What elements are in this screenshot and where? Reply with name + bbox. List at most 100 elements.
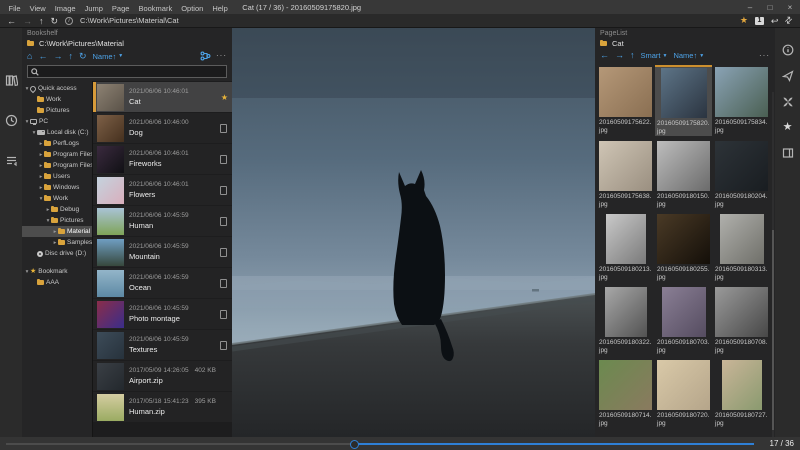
page-item-20160509180313-jpg[interactable]: 20160509180313.jpg	[713, 212, 770, 282]
page-item-20160509180213-jpg[interactable]: 20160509180213.jpg	[597, 212, 654, 282]
search-input[interactable]	[42, 68, 223, 75]
page-item-20160509175638-jpg[interactable]: 20160509175638.jpg	[597, 139, 654, 209]
folder-tree-toggle-icon[interactable]	[200, 51, 211, 61]
book-item-photo-montage[interactable]: 2021/06/06 10:45:59Photo montage	[93, 299, 232, 329]
menu-jump[interactable]: Jump	[80, 4, 107, 13]
tree-item-windows[interactable]: ▸Windows	[22, 182, 92, 193]
maximize-button[interactable]: □	[760, 0, 780, 14]
pin-icon	[29, 84, 37, 92]
menu-bookmark[interactable]: Bookmark	[134, 4, 177, 13]
back-icon[interactable]: ←	[7, 16, 16, 26]
refresh-icon[interactable]: ↻	[51, 16, 59, 26]
tree-item-aaa[interactable]: AAA	[22, 277, 92, 288]
back-icon[interactable]: ←	[600, 51, 609, 60]
address-path[interactable]: C:\Work\Pictures\Material\Cat	[80, 16, 733, 25]
book-item-airport-zip[interactable]: 2017/05/09 14:26:05402 KBAirport.zip	[93, 361, 232, 391]
book-item-dog[interactable]: 2021/06/06 10:46:00Dog	[93, 113, 232, 143]
sort-dropdown[interactable]: Name↑ ▼	[92, 52, 123, 61]
page-item-20160509180322-jpg[interactable]: 20160509180322.jpg	[597, 285, 654, 355]
book-item-mountain[interactable]: 2021/06/06 10:45:59Mountain	[93, 237, 232, 267]
effect-icon[interactable]	[782, 96, 794, 108]
forward-icon[interactable]: →	[53, 52, 62, 61]
tree-item-debug[interactable]: ▸Debug	[22, 204, 92, 215]
close-button[interactable]: ×	[780, 0, 800, 14]
tree-item-pictures[interactable]: Pictures	[22, 105, 92, 116]
bookmark-star-icon[interactable]: ★	[740, 15, 748, 26]
book-item-name: Human	[129, 221, 220, 230]
star-icon: ★	[30, 268, 36, 275]
tree-item-work[interactable]: Work	[22, 94, 92, 105]
menu-file[interactable]: File	[4, 4, 25, 13]
playlist-icon[interactable]	[5, 154, 18, 167]
book-item-human-zip[interactable]: 2017/05/18 15:41:23395 KBHuman.zip	[93, 392, 232, 422]
page-item-20160509175622-jpg[interactable]: 20160509175622.jpg	[597, 65, 654, 136]
pagelist-scrollbar[interactable]	[772, 92, 774, 437]
history-icon[interactable]	[5, 114, 18, 127]
forward-icon[interactable]: →	[615, 51, 624, 60]
menu-help[interactable]: Help	[208, 4, 232, 13]
up-icon[interactable]: ↑	[39, 16, 44, 26]
tree-item-disc-drive-d[interactable]: Disc drive (D:)	[22, 248, 92, 259]
page-item-20160509180714-jpg[interactable]: 20160509180714.jpg	[597, 358, 654, 428]
tree-item-local-disk-c[interactable]: ▾Local disk (C:)	[22, 127, 92, 138]
bookshelf-icon[interactable]	[5, 74, 18, 87]
book-item-fireworks[interactable]: 2021/06/06 10:46:01Fireworks	[93, 144, 232, 174]
page-item-20160509175834-jpg[interactable]: 20160509175834.jpg	[713, 65, 770, 136]
tree-item-pc[interactable]: ▾PC	[22, 116, 92, 127]
tree-item-material[interactable]: ▸Material	[22, 226, 92, 237]
pagelist-folder-row[interactable]: Cat	[595, 37, 775, 49]
up-icon[interactable]: ↑	[68, 52, 73, 61]
sort-dropdown[interactable]: Name↑ ▼	[673, 51, 704, 60]
page-mode-badge[interactable]: 1	[755, 17, 764, 25]
scrollbar-thumb[interactable]	[772, 230, 774, 430]
tree-item-users[interactable]: ▸Users	[22, 171, 92, 182]
bookshelf-path-row[interactable]: C:\Work\Pictures\Material	[22, 37, 232, 49]
tree-item-pictures[interactable]: ▾Pictures	[22, 215, 92, 226]
filter-dropdown[interactable]: Smart ▼	[641, 51, 668, 60]
reading-direction-icon[interactable]: ↩	[771, 16, 779, 26]
back-icon[interactable]: ←	[38, 52, 47, 61]
tree-item-samples[interactable]: ▸Samples	[22, 237, 92, 248]
book-item-textures[interactable]: 2021/06/06 10:45:59Textures	[93, 330, 232, 360]
book-item-human[interactable]: 2021/06/06 10:45:59Human	[93, 206, 232, 236]
minimize-button[interactable]: –	[740, 0, 760, 14]
page-item-20160509180727-jpg[interactable]: 20160509180727.jpg	[713, 358, 770, 428]
page-item-20160509180204-jpg[interactable]: 20160509180204.jpg	[713, 139, 770, 209]
pagelist-panel-icon[interactable]	[782, 147, 794, 159]
menu-image[interactable]: Image	[50, 4, 80, 13]
navigator-icon[interactable]	[782, 70, 794, 82]
page-item-20160509180703-jpg[interactable]: 20160509180703.jpg	[655, 285, 712, 355]
page-item-20160509180708-jpg[interactable]: 20160509180708.jpg	[713, 285, 770, 355]
fullscreen-icon[interactable]: ⇄	[783, 14, 796, 27]
information-icon[interactable]	[782, 44, 794, 56]
refresh-icon[interactable]: ↻	[79, 52, 87, 61]
folder-tree: ▾Quick accessWorkPictures▾PC▾Local disk …	[22, 81, 92, 437]
more-options-icon[interactable]: ···	[759, 53, 770, 59]
tree-item-label: Material	[67, 228, 90, 235]
tree-item-perflogs[interactable]: ▸PerfLogs	[22, 138, 92, 149]
menu-view[interactable]: View	[25, 4, 50, 13]
image-viewer[interactable]	[232, 28, 595, 437]
home-icon[interactable]: ⌂	[27, 52, 32, 61]
book-item-ocean[interactable]: 2021/06/06 10:45:59Ocean	[93, 268, 232, 298]
tree-item-bookmark[interactable]: ▾★Bookmark	[22, 266, 92, 277]
up-icon[interactable]: ↑	[630, 51, 635, 60]
tree-item-program-files[interactable]: ▸Program Files	[22, 149, 92, 160]
page-item-20160509175820-jpg[interactable]: 20160509175820.jpg	[655, 65, 712, 136]
search-box[interactable]	[27, 65, 227, 78]
book-item-cat[interactable]: 2021/06/06 10:46:01Cat★	[93, 82, 232, 112]
page-item-20160509180720-jpg[interactable]: 20160509180720.jpg	[655, 358, 712, 428]
tree-item-work[interactable]: ▾Work	[22, 193, 92, 204]
page-item-20160509180150-jpg[interactable]: 20160509180150.jpg	[655, 139, 712, 209]
book-item-flowers[interactable]: 2021/06/06 10:46:01Flowers	[93, 175, 232, 205]
slider-handle[interactable]	[350, 440, 359, 449]
more-options-icon[interactable]: ···	[216, 53, 227, 59]
bookmark-icon[interactable]: ★	[783, 122, 793, 133]
menu-page[interactable]: Page	[107, 4, 134, 13]
page-slider[interactable]	[6, 443, 754, 445]
tree-item-quick-access[interactable]: ▾Quick access	[22, 83, 92, 94]
menu-option[interactable]: Option	[177, 4, 208, 13]
forward-icon[interactable]: →	[23, 16, 32, 26]
tree-item-program-files-x86[interactable]: ▸Program Files (x86)	[22, 160, 92, 171]
page-item-20160509180255-jpg[interactable]: 20160509180255.jpg	[655, 212, 712, 282]
